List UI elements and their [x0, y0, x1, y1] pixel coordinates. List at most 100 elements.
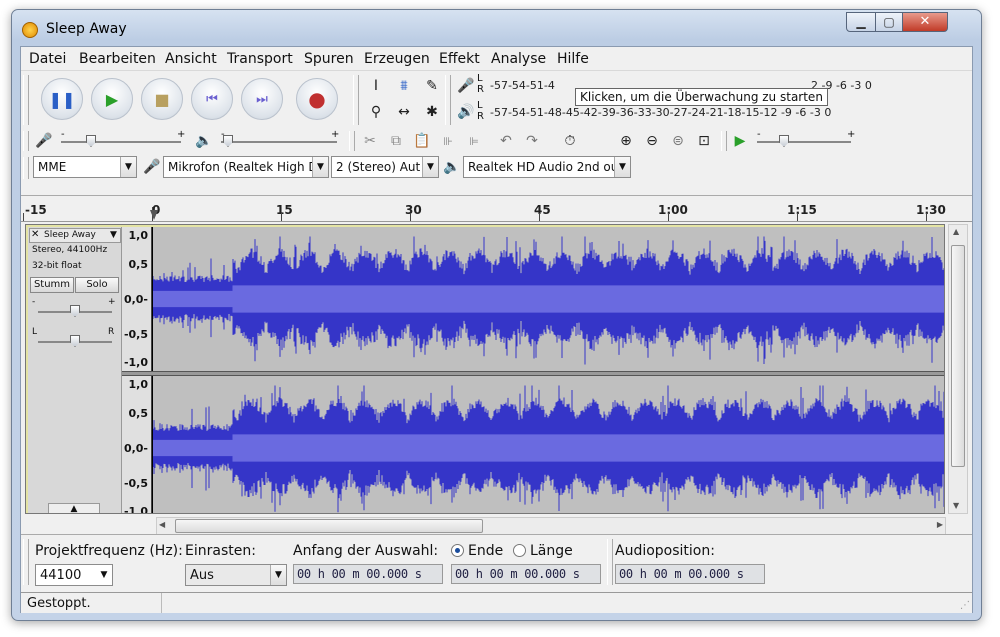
project-rate-label: Projektfrequenz (Hz):	[35, 543, 183, 559]
audio-host-select[interactable]: MME▼	[33, 156, 137, 178]
silence-icon[interactable]: ⊫	[463, 130, 485, 152]
mic-volume-slider[interactable]	[61, 135, 181, 149]
skip-to-end-button[interactable]: ⏭	[241, 78, 283, 120]
scroll-down-icon[interactable]: ▼	[953, 501, 959, 510]
horizontal-scrollbar[interactable]: ◀ ▶	[156, 517, 946, 535]
multi-tool-icon[interactable]: ✱	[421, 101, 443, 123]
record-meter-scale[interactable]: -57-54-51-4	[490, 79, 555, 92]
vertical-scrollbar[interactable]: ▲ ▼	[948, 224, 968, 514]
trim-icon[interactable]: ⊪	[437, 130, 459, 152]
solo-button[interactable]: Solo	[75, 277, 119, 293]
selection-end-time[interactable]: 00 h 00 m 00.000 s	[451, 564, 601, 584]
snap-select[interactable]: Aus▼	[185, 564, 287, 586]
speaker-icon[interactable]: 🔊	[455, 101, 477, 123]
toolbar-grip[interactable]	[353, 75, 359, 125]
fit-selection-icon[interactable]: ⊜	[667, 130, 689, 152]
input-channels-select[interactable]: 2 (Stereo) Aut▼	[331, 156, 439, 178]
scroll-left-icon[interactable]: ◀	[159, 520, 165, 529]
slider-thumb[interactable]	[779, 135, 789, 147]
slider-thumb[interactable]	[70, 305, 80, 317]
speaker-volume-slider[interactable]	[221, 135, 337, 149]
project-rate-select[interactable]: 44100▼	[35, 564, 113, 586]
gain-minus-label: -	[32, 297, 35, 307]
toolbar-grip[interactable]	[23, 131, 29, 151]
pause-button[interactable]: ❚❚	[41, 78, 83, 120]
status-bar: Gestoppt. ⋰	[21, 592, 972, 613]
scroll-right-icon[interactable]: ▶	[937, 520, 943, 529]
selection-tool-icon[interactable]: I	[365, 75, 387, 97]
pan-slider[interactable]	[38, 335, 112, 349]
play-at-speed-icon[interactable]: ▶	[729, 130, 751, 152]
menu-ansicht[interactable]: Ansicht	[165, 51, 217, 67]
slider-thumb[interactable]	[86, 135, 96, 147]
title-bar[interactable]: Sleep Away ▁ ▢ ✕	[12, 10, 981, 46]
sync-lock-icon[interactable]: ⏱	[559, 130, 581, 152]
waveform-right-channel[interactable]	[152, 376, 944, 514]
output-device-select[interactable]: Realtek HD Audio 2nd ou▼	[463, 156, 631, 178]
skip-to-start-button[interactable]: ⏮	[191, 78, 233, 120]
chevron-up-icon: ▲	[71, 504, 78, 514]
toolbar-grip[interactable]	[23, 157, 29, 179]
menu-spuren[interactable]: Spuren	[304, 51, 354, 67]
radio-selected-icon[interactable]	[451, 544, 464, 557]
toolbar-grip[interactable]	[721, 131, 727, 151]
toolbar-grip[interactable]	[349, 131, 355, 151]
track-close-icon[interactable]: ✕	[31, 229, 39, 240]
undo-icon[interactable]: ↶	[495, 130, 517, 152]
copy-icon[interactable]: ⧉	[385, 130, 407, 152]
play-meter-scale[interactable]: -57-54-51-48-45-42-39-36-33-30-27-24-21-…	[490, 106, 831, 119]
chevron-down-icon[interactable]: ▼	[110, 230, 117, 240]
close-button[interactable]: ✕	[902, 12, 948, 32]
envelope-tool-icon[interactable]: ⩩	[393, 75, 415, 97]
playhead-marker-icon[interactable]	[150, 210, 158, 220]
amp-label: 0,5	[129, 258, 149, 271]
menu-analyse[interactable]: Analyse	[491, 51, 546, 67]
audio-position-time[interactable]: 00 h 00 m 00.000 s	[615, 564, 765, 584]
toolbar-grip[interactable]	[607, 539, 613, 585]
length-radio[interactable]: Länge	[513, 543, 573, 559]
play-speed-slider[interactable]	[757, 135, 851, 149]
play-button[interactable]: ▶	[91, 78, 133, 120]
stop-button[interactable]: ■	[141, 78, 183, 120]
microphone-icon[interactable]: 🎤	[455, 75, 477, 97]
input-device-select[interactable]: Mikrofon (Realtek High D▼	[163, 156, 329, 178]
toolbar-grip[interactable]	[23, 75, 29, 125]
minimize-button[interactable]: ▁	[846, 12, 876, 32]
cut-icon[interactable]: ✂	[359, 130, 381, 152]
menu-hilfe[interactable]: Hilfe	[557, 51, 589, 67]
mute-button[interactable]: Stumm	[30, 277, 74, 293]
toolbar-grip[interactable]	[445, 75, 451, 125]
selection-start-time[interactable]: 00 h 00 m 00.000 s	[293, 564, 443, 584]
hscroll-thumb[interactable]	[175, 519, 483, 533]
zoom-in-icon[interactable]: ⊕	[615, 130, 637, 152]
waveform-left-channel[interactable]	[152, 227, 944, 371]
paste-icon[interactable]: 📋	[411, 130, 433, 152]
menu-datei[interactable]: Datei	[29, 51, 66, 67]
draw-tool-icon[interactable]: ✎	[421, 75, 443, 97]
radio-unselected-icon[interactable]	[513, 544, 526, 557]
end-radio[interactable]: Ende	[451, 543, 503, 559]
toolbar-grip[interactable]	[23, 539, 29, 585]
scroll-up-icon[interactable]: ▲	[953, 227, 959, 236]
track-name[interactable]: Sleep Away	[44, 230, 96, 240]
redo-icon[interactable]: ↷	[521, 130, 543, 152]
menu-erzeugen[interactable]: Erzeugen	[364, 51, 430, 67]
record-button[interactable]: ●	[296, 78, 338, 120]
menu-effekt[interactable]: Effekt	[439, 51, 480, 67]
gain-slider[interactable]	[38, 305, 112, 319]
snap-value: Aus	[190, 568, 214, 583]
timeline-ruler[interactable]: -15 0 15 30 45 1:00 1:15 1:30	[21, 195, 972, 222]
maximize-button[interactable]: ▢	[875, 12, 903, 32]
menu-bearbeiten[interactable]: Bearbeiten	[79, 51, 156, 67]
vscroll-thumb[interactable]	[951, 245, 965, 467]
zoom-tool-icon[interactable]: ⚲	[365, 101, 387, 123]
slider-thumb[interactable]	[70, 335, 80, 347]
slider-thumb[interactable]	[223, 135, 233, 147]
timeshift-tool-icon[interactable]: ↔	[393, 101, 415, 123]
resize-grip-icon[interactable]: ⋰	[960, 600, 970, 611]
menu-transport[interactable]: Transport	[227, 51, 293, 67]
track-title-bar[interactable]: ✕ Sleep Away ▼	[29, 228, 121, 243]
fit-project-icon[interactable]: ⊡	[693, 130, 715, 152]
collapse-track-button[interactable]: ▲	[48, 503, 100, 514]
zoom-out-icon[interactable]: ⊖	[641, 130, 663, 152]
